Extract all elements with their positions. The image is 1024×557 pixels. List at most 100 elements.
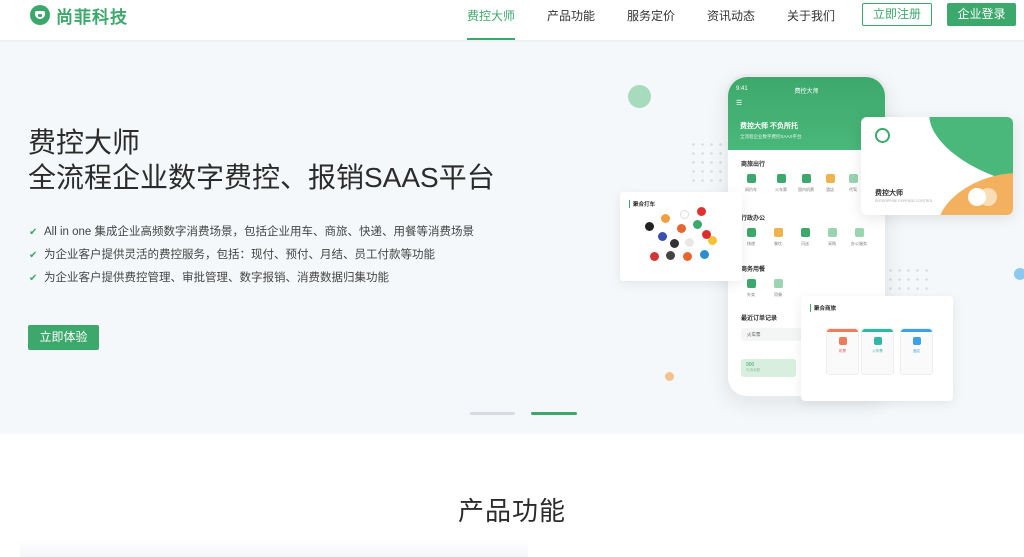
phone-item-label: 酒店 bbox=[826, 187, 834, 192]
phone-item-label: 网约车 bbox=[745, 187, 757, 192]
partner-logo-icon bbox=[685, 238, 694, 247]
hero-title: 费控大师 bbox=[28, 127, 141, 158]
register-button[interactable]: 立即注册 bbox=[862, 3, 932, 26]
travel-mini-card: 火车票 bbox=[861, 328, 894, 375]
card-title: 聚合打车 bbox=[629, 200, 655, 208]
mini-label: 机票 bbox=[839, 349, 846, 353]
brand-card: 费控大师 ENTERPRISE EXPENSE CONTROL bbox=[861, 117, 1013, 215]
card-logo-icon bbox=[875, 128, 890, 143]
try-now-button[interactable]: 立即体验 bbox=[28, 325, 99, 350]
phone-item-label: 餐饮 bbox=[774, 241, 782, 246]
express-icon bbox=[747, 228, 756, 237]
partner-logo-icon bbox=[700, 250, 709, 259]
partner-logo-icon bbox=[645, 222, 654, 231]
mini-label: 火车票 bbox=[872, 349, 883, 353]
feature-text: All in one 集成企业高频数字消费场景，包括企业用车、商旅、快递、用餐等… bbox=[44, 226, 474, 238]
phone-balance: 900 可用余额 bbox=[741, 359, 796, 377]
enterprise-login-button[interactable]: 企业登录 bbox=[947, 3, 1016, 26]
menu-icon: ☰ bbox=[736, 100, 743, 107]
feature-item: ✔ 为企业客户提供灵活的费控服务，包括：现付、预付、月结、员工付款等功能 bbox=[28, 247, 474, 270]
decor-circle bbox=[979, 188, 997, 206]
balance-label: 可用余额 bbox=[746, 368, 760, 372]
decor-circle bbox=[1014, 268, 1024, 280]
train-icon bbox=[777, 174, 786, 183]
decor-circle bbox=[628, 85, 651, 108]
delivery-icon bbox=[801, 228, 810, 237]
section-title: 产品功能 bbox=[457, 496, 566, 526]
page: 尚菲科技 费控大师 产品功能 服务定价 资讯动态 关于我们 立即注册 企业登录 … bbox=[0, 0, 1024, 557]
carousel-indicator-2[interactable] bbox=[531, 412, 577, 415]
partner-logo-icon bbox=[693, 220, 702, 229]
partner-logo-icon bbox=[670, 239, 679, 248]
aggregated-travel-card: 聚合商旅 机票 火车票 酒店 bbox=[801, 296, 953, 401]
check-icon: ✔ bbox=[29, 227, 38, 238]
mini-bar bbox=[827, 329, 858, 332]
phone-section-title: 商务用餐 bbox=[741, 267, 766, 273]
feature-list: ✔ All in one 集成企业高频数字消费场景，包括企业用车、商旅、快递、用… bbox=[28, 224, 474, 293]
phone-header-title: 费控大师 bbox=[794, 89, 819, 95]
phone-section-title: 商旅出行 bbox=[741, 162, 766, 168]
decor-circle bbox=[665, 372, 674, 381]
feature-item: ✔ 为企业客户提供费控管理、审批管理、数字报销、消费数据归集功能 bbox=[28, 270, 474, 293]
car-icon bbox=[747, 174, 756, 183]
phone-item-label: 国内机票 bbox=[798, 187, 814, 192]
office-icon bbox=[855, 228, 864, 237]
phone-section-title: 行政办公 bbox=[741, 216, 766, 222]
hotel-icon bbox=[826, 174, 835, 183]
feature-text: 为企业客户提供费控管理、审批管理、数字报销、消费数据归集功能 bbox=[44, 272, 389, 284]
phone-slogan: 费控大师 不负所托 bbox=[740, 123, 798, 130]
logo-icon bbox=[30, 5, 50, 25]
carousel-indicator-1[interactable] bbox=[470, 412, 515, 415]
mini-bar bbox=[901, 329, 932, 332]
nav-item-about[interactable]: 关于我们 bbox=[787, 7, 835, 40]
hero-banner: 费控大师 全流程企业数字费控、报销SAAS平台 ✔ All in one 集成企… bbox=[0, 40, 1024, 434]
card-brand-name: 费控大师 bbox=[875, 190, 903, 197]
section-card-edge bbox=[20, 540, 528, 557]
check-icon: ✔ bbox=[29, 273, 38, 284]
mini-label: 酒店 bbox=[913, 349, 920, 353]
hero-subtitle: 全流程企业数字费控、报销SAAS平台 bbox=[28, 162, 495, 193]
phone-item-label: 办公服务 bbox=[851, 241, 867, 246]
partner-logo-icon bbox=[683, 252, 692, 261]
nav-item-news[interactable]: 资讯动态 bbox=[707, 7, 755, 40]
partner-logo-icon bbox=[650, 252, 659, 261]
phone-desc: 全流程企业数字费控SAAS平台 bbox=[740, 134, 802, 139]
purchase-icon bbox=[828, 228, 837, 237]
phone-item-label: 采购 bbox=[828, 241, 836, 246]
phone-item-label: 外卖 bbox=[747, 292, 755, 297]
brand-name: 尚菲科技 bbox=[56, 7, 128, 27]
phone-item-label: 代驾 bbox=[849, 187, 857, 192]
nav-item-fee-master[interactable]: 费控大师 bbox=[467, 7, 516, 40]
card-title: 聚合商旅 bbox=[810, 304, 836, 312]
phone-item-label: 用餐 bbox=[774, 292, 782, 297]
nav-item-product-features[interactable]: 产品功能 bbox=[547, 7, 595, 40]
feature-item: ✔ All in one 集成企业高频数字消费场景，包括企业用车、商旅、快递、用… bbox=[28, 224, 474, 247]
top-navbar: 尚菲科技 费控大师 产品功能 服务定价 资讯动态 关于我们 立即注册 企业登录 bbox=[0, 0, 1024, 40]
nav-item-pricing[interactable]: 服务定价 bbox=[627, 7, 675, 40]
partner-logo-icon bbox=[680, 210, 689, 219]
aggregated-taxi-card: 聚合打车 bbox=[620, 192, 742, 281]
partner-logo-icon bbox=[677, 224, 686, 233]
travel-mini-card: 机票 bbox=[826, 328, 859, 375]
train-icon bbox=[873, 337, 882, 345]
card-brand-sub: ENTERPRISE EXPENSE CONTROL bbox=[875, 199, 933, 203]
hotel-icon bbox=[912, 337, 921, 345]
partner-logo-icon bbox=[697, 207, 706, 216]
plane-icon bbox=[838, 337, 847, 345]
travel-mini-card: 酒店 bbox=[900, 328, 933, 375]
meal-icon bbox=[774, 279, 783, 288]
brand-logo[interactable]: 尚菲科技 bbox=[30, 4, 128, 27]
phone-section-title: 最近订单记录 bbox=[741, 316, 778, 322]
phone-item-label: 快递 bbox=[747, 241, 755, 246]
partner-logo-icon bbox=[702, 230, 711, 239]
plane-icon bbox=[802, 174, 811, 183]
partner-logo-icon bbox=[666, 251, 675, 260]
feature-text: 为企业客户提供灵活的费控服务，包括：现付、预付、月结、员工付款等功能 bbox=[44, 249, 435, 261]
phone-item-label: 火车票 bbox=[775, 187, 787, 192]
phone-item-label: 闪送 bbox=[801, 241, 809, 246]
check-icon: ✔ bbox=[29, 250, 38, 261]
partner-logo-icon bbox=[658, 232, 667, 241]
mini-bar bbox=[862, 329, 893, 332]
dining-icon bbox=[774, 228, 783, 237]
partner-logo-icon bbox=[661, 214, 670, 223]
